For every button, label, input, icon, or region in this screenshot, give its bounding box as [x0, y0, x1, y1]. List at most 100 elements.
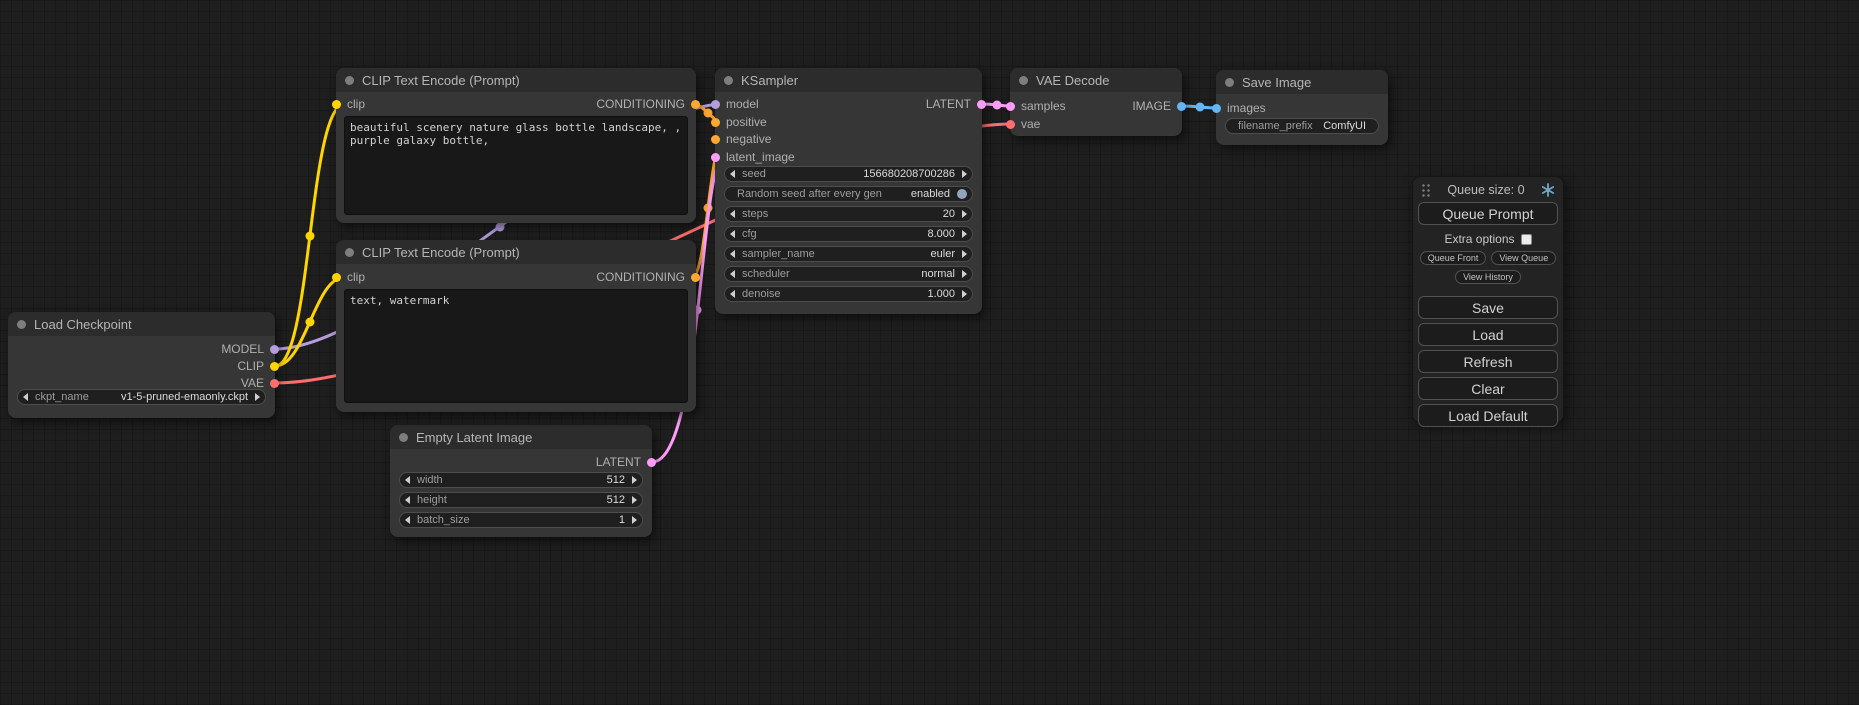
increment-arrow[interactable]	[255, 393, 260, 401]
input-slot-negative[interactable]: negative	[711, 132, 771, 146]
model-slot-dot[interactable]	[270, 345, 279, 354]
widget-random-seed-toggle[interactable]: Random seed after every gen enabled	[724, 186, 973, 202]
conditioning-slot-dot[interactable]	[711, 118, 720, 127]
clear-button[interactable]: Clear	[1418, 377, 1558, 400]
load-default-button[interactable]: Load Default	[1418, 404, 1558, 427]
view-queue-button[interactable]: View Queue	[1491, 251, 1556, 265]
decrement-arrow[interactable]	[730, 290, 735, 298]
prompt-textarea[interactable]: text, watermark	[344, 289, 688, 403]
node-load-checkpoint[interactable]: Load Checkpoint MODEL CLIP VAE ckpt_name…	[8, 312, 275, 418]
latent-slot-dot[interactable]	[647, 458, 656, 467]
extra-options-checkbox[interactable]	[1521, 234, 1532, 245]
widget-denoise[interactable]: denoise 1.000	[724, 286, 973, 302]
output-slot-clip[interactable]: CLIP	[237, 359, 279, 373]
decrement-arrow[interactable]	[730, 210, 735, 218]
latent-slot-dot[interactable]	[711, 153, 720, 162]
load-button[interactable]: Load	[1418, 323, 1558, 346]
conditioning-slot-dot[interactable]	[711, 135, 720, 144]
widget-cfg[interactable]: cfg 8.000	[724, 226, 973, 242]
view-history-button[interactable]: View History	[1455, 270, 1521, 284]
collapse-dot[interactable]	[17, 320, 26, 329]
input-slot-latent-image[interactable]: latent_image	[711, 150, 795, 164]
decrement-arrow[interactable]	[730, 230, 735, 238]
output-slot-latent[interactable]: LATENT	[926, 97, 986, 111]
collapse-dot[interactable]	[1019, 76, 1028, 85]
increment-arrow[interactable]	[962, 250, 967, 258]
vae-slot-dot[interactable]	[1006, 120, 1015, 129]
input-slot-vae[interactable]: vae	[1006, 117, 1040, 131]
widget-height[interactable]: height 512	[399, 492, 643, 508]
node-title-bar[interactable]: KSampler	[715, 68, 982, 92]
drag-handle-icon[interactable]	[1421, 183, 1431, 197]
save-button[interactable]: Save	[1418, 296, 1558, 319]
image-slot-dot[interactable]	[1212, 104, 1221, 113]
decrement-arrow[interactable]	[405, 476, 410, 484]
increment-arrow[interactable]	[962, 210, 967, 218]
clip-slot-dot[interactable]	[270, 362, 279, 371]
decrement-arrow[interactable]	[730, 250, 735, 258]
widget-batch-size[interactable]: batch_size 1	[399, 512, 643, 528]
increment-arrow[interactable]	[632, 496, 637, 504]
increment-arrow[interactable]	[962, 290, 967, 298]
clip-slot-dot[interactable]	[332, 100, 341, 109]
model-slot-dot[interactable]	[711, 100, 720, 109]
widget-ckpt-name[interactable]: ckpt_name v1-5-pruned-emaonly.ckpt	[17, 389, 266, 405]
node-title-bar[interactable]: CLIP Text Encode (Prompt)	[336, 68, 696, 92]
toggle-indicator[interactable]	[957, 189, 967, 199]
collapse-dot[interactable]	[1225, 78, 1234, 87]
collapse-dot[interactable]	[399, 433, 408, 442]
queue-prompt-button[interactable]: Queue Prompt	[1418, 202, 1558, 225]
increment-arrow[interactable]	[632, 476, 637, 484]
decrement-arrow[interactable]	[730, 270, 735, 278]
collapse-dot[interactable]	[345, 76, 354, 85]
node-title-bar[interactable]: Save Image	[1216, 70, 1388, 94]
node-empty-latent-image[interactable]: Empty Latent Image LATENT width 512 heig…	[390, 425, 652, 537]
node-clip-text-encode-positive[interactable]: CLIP Text Encode (Prompt) clip CONDITION…	[336, 68, 696, 223]
output-slot-conditioning[interactable]: CONDITIONING	[596, 270, 700, 284]
conditioning-slot-dot[interactable]	[691, 100, 700, 109]
increment-arrow[interactable]	[962, 270, 967, 278]
collapse-dot[interactable]	[345, 248, 354, 257]
input-slot-clip[interactable]: clip	[332, 270, 365, 284]
node-title-bar[interactable]: Empty Latent Image	[390, 425, 652, 449]
output-slot-vae[interactable]: VAE	[241, 376, 279, 390]
latent-slot-dot[interactable]	[977, 100, 986, 109]
vae-slot-dot[interactable]	[270, 379, 279, 388]
node-title-bar[interactable]: VAE Decode	[1010, 68, 1182, 92]
prompt-textarea[interactable]: beautiful scenery nature glass bottle la…	[344, 116, 688, 215]
node-clip-text-encode-negative[interactable]: CLIP Text Encode (Prompt) clip CONDITION…	[336, 240, 696, 412]
output-slot-image[interactable]: IMAGE	[1132, 99, 1186, 113]
graph-canvas[interactable]: Load Checkpoint MODEL CLIP VAE ckpt_name…	[0, 0, 1859, 705]
node-title-bar[interactable]: Load Checkpoint	[8, 312, 275, 336]
input-slot-model[interactable]: model	[711, 97, 759, 111]
node-vae-decode[interactable]: VAE Decode samples vae IMAGE	[1010, 68, 1182, 136]
increment-arrow[interactable]	[962, 230, 967, 238]
input-slot-samples[interactable]: samples	[1006, 99, 1066, 113]
node-ksampler[interactable]: KSampler model positive negative latent_…	[715, 68, 982, 314]
widget-steps[interactable]: steps 20	[724, 206, 973, 222]
output-slot-latent[interactable]: LATENT	[596, 455, 656, 469]
image-slot-dot[interactable]	[1177, 102, 1186, 111]
increment-arrow[interactable]	[632, 516, 637, 524]
widget-sampler-name[interactable]: sampler_name euler	[724, 246, 973, 262]
refresh-button[interactable]: Refresh	[1418, 350, 1558, 373]
decrement-arrow[interactable]	[23, 393, 28, 401]
queue-front-button[interactable]: Queue Front	[1420, 251, 1487, 265]
node-title-bar[interactable]: CLIP Text Encode (Prompt)	[336, 240, 696, 264]
widget-filename-prefix[interactable]: filename_prefix ComfyUI	[1225, 118, 1379, 134]
clip-slot-dot[interactable]	[332, 273, 341, 282]
output-slot-conditioning[interactable]: CONDITIONING	[596, 97, 700, 111]
input-slot-clip[interactable]: clip	[332, 97, 365, 111]
settings-gear-icon[interactable]	[1541, 183, 1555, 197]
widget-width[interactable]: width 512	[399, 472, 643, 488]
decrement-arrow[interactable]	[405, 496, 410, 504]
decrement-arrow[interactable]	[730, 170, 735, 178]
collapse-dot[interactable]	[724, 76, 733, 85]
input-slot-positive[interactable]: positive	[711, 115, 767, 129]
widget-scheduler[interactable]: scheduler normal	[724, 266, 973, 282]
node-save-image[interactable]: Save Image images filename_prefix ComfyU…	[1216, 70, 1388, 145]
increment-arrow[interactable]	[962, 170, 967, 178]
comfy-menu-panel[interactable]: Queue size: 0 Queue Prompt Extra options…	[1412, 176, 1564, 423]
decrement-arrow[interactable]	[405, 516, 410, 524]
latent-slot-dot[interactable]	[1006, 102, 1015, 111]
